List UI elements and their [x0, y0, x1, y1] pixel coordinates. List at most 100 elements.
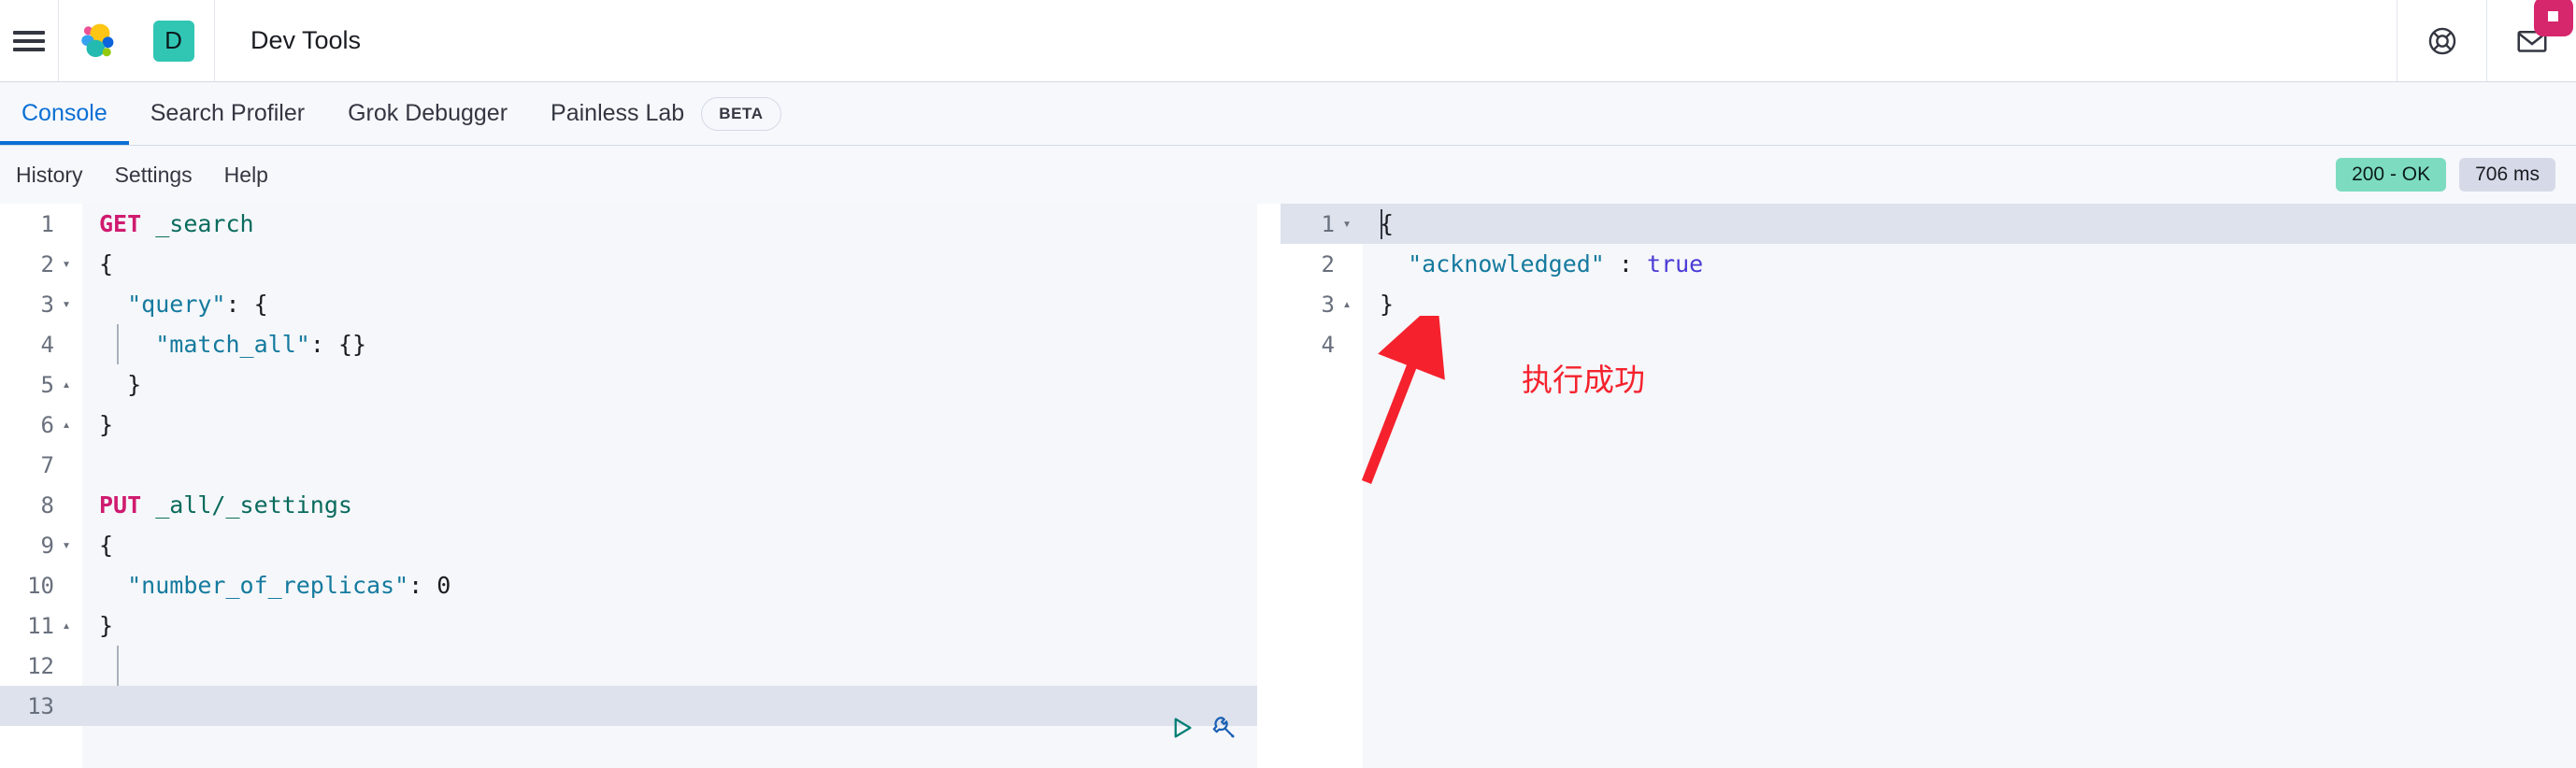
code-line[interactable]: 3 ▾ "query": { [0, 284, 1257, 324]
request-horizontal-scrollbar[interactable] [82, 755, 1257, 768]
history-button[interactable]: History [0, 163, 99, 188]
response-editor-pane[interactable]: 1 ▾{2 "acknowledged" : true 3 ▴} 4 执行成功 [1281, 204, 2576, 768]
tab-label: Painless Lab [551, 100, 685, 126]
code-line[interactable]: 11 ▴} [0, 605, 1257, 646]
code-text: "number_of_replicas": 0 [127, 572, 451, 599]
code-line[interactable]: 1 ▾ { [1281, 204, 2576, 244]
space-avatar[interactable]: D [152, 20, 194, 62]
fold-toggle-icon[interactable]: ▾ [60, 257, 73, 271]
console-toolbar: History Settings Help 200 - OK 706 ms [0, 146, 2576, 204]
response-caret [1381, 209, 1382, 239]
code-line[interactable]: 10 "number_of_replicas": 0 [0, 565, 1257, 605]
tab-label: Console [21, 100, 107, 126]
line-number: 2 ▾ [0, 244, 82, 284]
line-number: 12 [27, 652, 54, 679]
code-text: "query": { [127, 291, 268, 318]
response-lines-container[interactable]: 1 ▾{2 "acknowledged" : true 3 ▴} 4 [1281, 204, 2576, 364]
code-text: { [99, 532, 114, 559]
code-line[interactable]: 2 "acknowledged" : true [1281, 244, 2576, 284]
tab-label: Search Profiler [150, 100, 306, 126]
tab-console[interactable]: Console [0, 82, 129, 145]
line-number: 3 ▾ [0, 284, 82, 324]
line-number: 8 [40, 491, 54, 519]
top-chrome-bar: D Dev Tools [0, 0, 2576, 82]
code-text: PUT _all/_settings [99, 491, 352, 519]
line-number: 7 [40, 451, 54, 478]
code-text: } [1380, 291, 1395, 318]
line-number: 4 [1321, 331, 1335, 358]
code-line[interactable]: 3 ▴} [1281, 284, 2576, 324]
code-line[interactable]: 7 [0, 445, 1257, 485]
app-title-container: Dev Tools [215, 0, 396, 81]
code-line[interactable]: 5 ▴ } [0, 364, 1257, 405]
request-editor-pane[interactable]: 1 GET _search 2 ▾{3 ▾ "query": {4 "match_all… [0, 204, 1257, 768]
code-line[interactable]: 9 ▾ { [0, 525, 1257, 565]
response-horizontal-scrollbar[interactable] [1363, 755, 2576, 768]
code-line[interactable]: 4 [1281, 324, 2576, 364]
indent-guide [117, 646, 119, 686]
line-number: 3 ▴ [1281, 284, 1363, 324]
line-number: 5 ▴ [0, 364, 82, 405]
devtools-tab-bar: Console Search Profiler Grok Debugger Pa… [0, 82, 2576, 146]
fold-toggle-icon[interactable]: ▴ [60, 619, 73, 633]
code-text: GET _search [99, 210, 254, 237]
notifications-button[interactable] [2486, 0, 2576, 81]
editor-splitter[interactable] [1257, 204, 1281, 768]
status-badge: 200 - OK [2336, 158, 2447, 192]
code-line[interactable]: 12 [0, 646, 1257, 686]
line-number: 2 [1321, 250, 1335, 277]
line-number: 1 ▾ [1281, 204, 1363, 244]
fold-toggle-icon[interactable]: ▾ [60, 297, 73, 311]
help-menu-button[interactable] [2397, 0, 2486, 81]
help-button[interactable]: Help [208, 163, 284, 188]
page-title: Dev Tools [250, 26, 362, 54]
line-number: 10 [27, 572, 54, 599]
code-text: "match_all": {} [155, 331, 367, 358]
line-number: 13 [27, 692, 54, 719]
fold-toggle-icon[interactable]: ▴ [60, 418, 73, 432]
duration-badge: 706 ms [2459, 158, 2555, 192]
code-line[interactable]: 13 [0, 686, 1257, 726]
code-text: } [99, 411, 114, 438]
tab-painless-lab[interactable]: Painless Lab BETA [529, 82, 803, 145]
request-lines-container[interactable]: 1 GET _search 2 ▾{3 ▾ "query": {4 "match_all… [0, 204, 1257, 726]
code-text: { [1380, 210, 1395, 237]
elastic-home-link[interactable] [58, 0, 133, 81]
tab-search-profiler[interactable]: Search Profiler [129, 82, 326, 145]
tab-grok-debugger[interactable]: Grok Debugger [326, 82, 529, 145]
wrench-actions-icon[interactable] [1210, 714, 1238, 742]
code-line[interactable]: 1 GET _search [0, 204, 1257, 244]
tab-label: Grok Debugger [348, 100, 508, 126]
line-number: 6 ▴ [0, 405, 82, 445]
response-code-surface[interactable]: 1 ▾{2 "acknowledged" : true 3 ▴} 4 执行成功 [1281, 204, 2576, 768]
settings-button[interactable]: Settings [99, 163, 208, 188]
fold-toggle-icon[interactable]: ▴ [60, 377, 73, 391]
indent-guide [117, 324, 119, 364]
menu-toggle-button[interactable] [0, 0, 58, 81]
fold-toggle-icon[interactable]: ▴ [1340, 297, 1353, 311]
fold-toggle-icon[interactable]: ▾ [60, 538, 73, 552]
code-line[interactable]: 8 PUT _all/_settings [0, 485, 1257, 525]
play-send-request-icon[interactable] [1167, 714, 1195, 742]
request-action-icons[interactable] [1167, 714, 1238, 742]
code-text: } [99, 612, 114, 639]
console-editor-area: 1 GET _search 2 ▾{3 ▾ "query": {4 "match_all… [0, 204, 2576, 768]
hamburger-menu-icon[interactable] [13, 30, 45, 51]
code-text: "acknowledged" : true [1408, 250, 1704, 277]
notification-badge [2533, 0, 2573, 36]
beta-badge: BETA [701, 96, 781, 131]
code-line[interactable]: 2 ▾ { [0, 244, 1257, 284]
code-text: { [99, 250, 114, 277]
request-code-surface[interactable]: 1 GET _search 2 ▾{3 ▾ "query": {4 "match_all… [0, 204, 1257, 768]
line-number: 9 ▾ [0, 525, 82, 565]
code-line[interactable]: 6 ▴} [0, 405, 1257, 445]
line-number: 1 [40, 210, 54, 237]
line-number: 11 ▴ [0, 605, 82, 646]
fold-toggle-icon[interactable]: ▾ [1340, 217, 1353, 231]
code-line[interactable]: 4 "match_all": {} [0, 324, 1257, 364]
line-number: 4 [40, 331, 54, 358]
space-switcher-button[interactable]: D [133, 0, 215, 81]
annotation-label: 执行成功 [1522, 362, 1645, 398]
code-text: } [127, 371, 142, 398]
life-ring-help-icon [2428, 27, 2455, 54]
